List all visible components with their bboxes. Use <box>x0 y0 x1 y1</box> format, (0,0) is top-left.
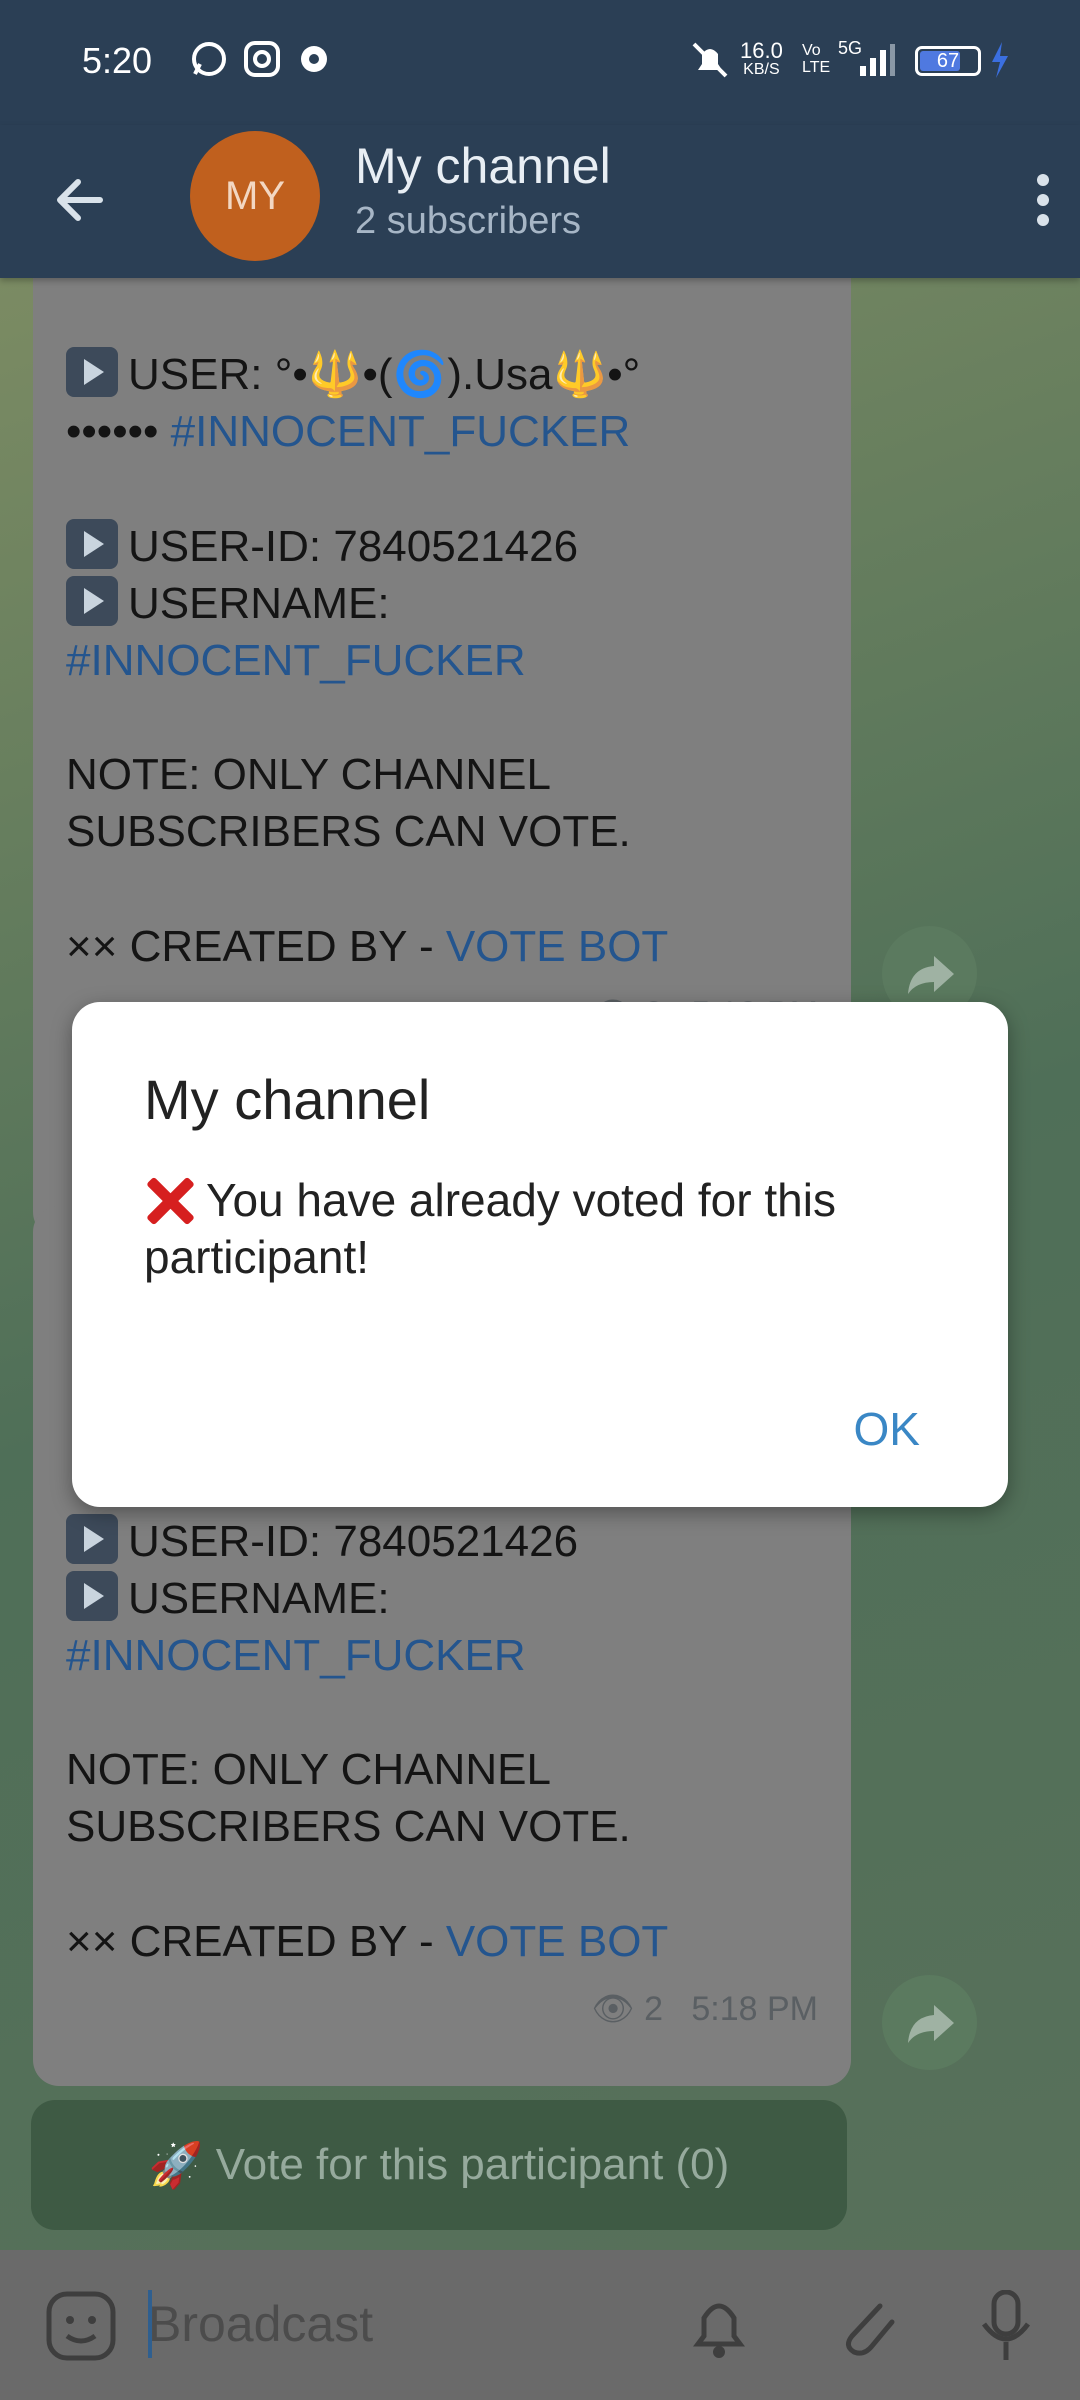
dialog-title: My channel <box>144 1068 431 1131</box>
alert-dialog: My channel You have already voted for th… <box>72 1002 1008 1507</box>
red-cross-icon <box>144 1174 196 1226</box>
dialog-message: You have already voted for this particip… <box>144 1174 836 1283</box>
ok-button[interactable]: OK <box>854 1402 920 1456</box>
